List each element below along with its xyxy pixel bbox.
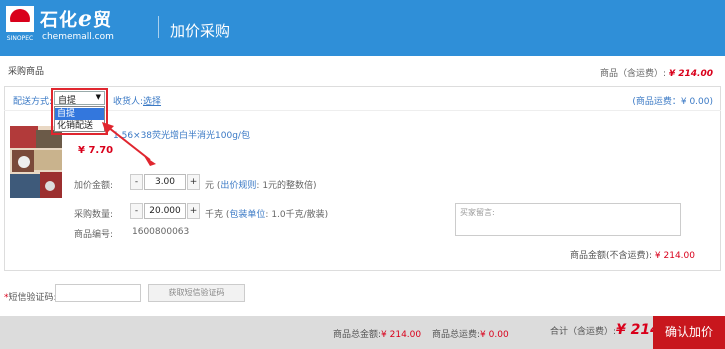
header-bar: SINOPEC 石化e贸 chememall.com 加价采购 [0, 0, 725, 56]
annotation-arrow-icon [102, 122, 156, 166]
quantity-label: 采购数量: [74, 210, 114, 220]
header-divider [158, 16, 159, 38]
panel-divider [4, 110, 721, 111]
get-sms-code-button[interactable]: 获取短信验证码 [148, 284, 245, 302]
total-with-fee: 商品（含运费）: ¥ 214.00 [599, 69, 713, 79]
sms-label: *短信验证码: [4, 293, 57, 303]
shipping-fee: (商品运费：¥ 0.00) [632, 97, 713, 107]
markup-plus-button[interactable]: + [187, 174, 200, 190]
quantity-unit: 千克 (包装单位: 1.0千克/散装) [205, 210, 329, 220]
section-title: 采购商品 [8, 67, 45, 77]
buyer-message-input[interactable]: 买家留言: [455, 203, 681, 236]
product-code-value: 1600800063 [132, 227, 190, 237]
markup-unit: 元 (出价规则: 1元的整数倍) [205, 181, 317, 191]
brand-domain: chememall.com [42, 32, 114, 42]
receiver-label: 收货人: [113, 97, 144, 107]
quantity-minus-button[interactable]: - [130, 203, 143, 219]
pack-unit-link[interactable]: 包装单位 [229, 210, 265, 220]
sinopec-logo: SINOPEC [6, 6, 34, 42]
quantity-plus-button[interactable]: + [187, 203, 200, 219]
product-image [10, 126, 62, 198]
bid-rule-link[interactable]: 出价规则 [220, 181, 256, 191]
receiver-select-link[interactable]: 选择 [143, 94, 161, 107]
page-title: 加价采购 [170, 22, 231, 40]
markup-minus-button[interactable]: - [130, 174, 143, 190]
quantity-input[interactable]: 20.000 [144, 203, 186, 219]
confirm-markup-button[interactable]: 确认加价 [653, 316, 725, 349]
brand-name: 石化e贸 [40, 6, 112, 32]
product-code-label: 商品编号: [74, 230, 114, 240]
shipping-label: 配送方式: [13, 97, 53, 107]
product-amount: 商品金额(不含运费): ¥ 214.00 [569, 251, 695, 261]
markup-input[interactable]: 3.00 [144, 174, 186, 190]
goods-total: 商品总金额:¥ 214.00 [333, 330, 422, 340]
buyer-message-placeholder: 买家留言: [460, 208, 495, 217]
fee-total: 商品总运费:¥ 0.00 [432, 330, 509, 340]
sms-code-input[interactable] [55, 284, 141, 302]
markup-label: 加价金额: [74, 181, 114, 191]
svg-text:SINOPEC: SINOPEC [7, 35, 33, 42]
